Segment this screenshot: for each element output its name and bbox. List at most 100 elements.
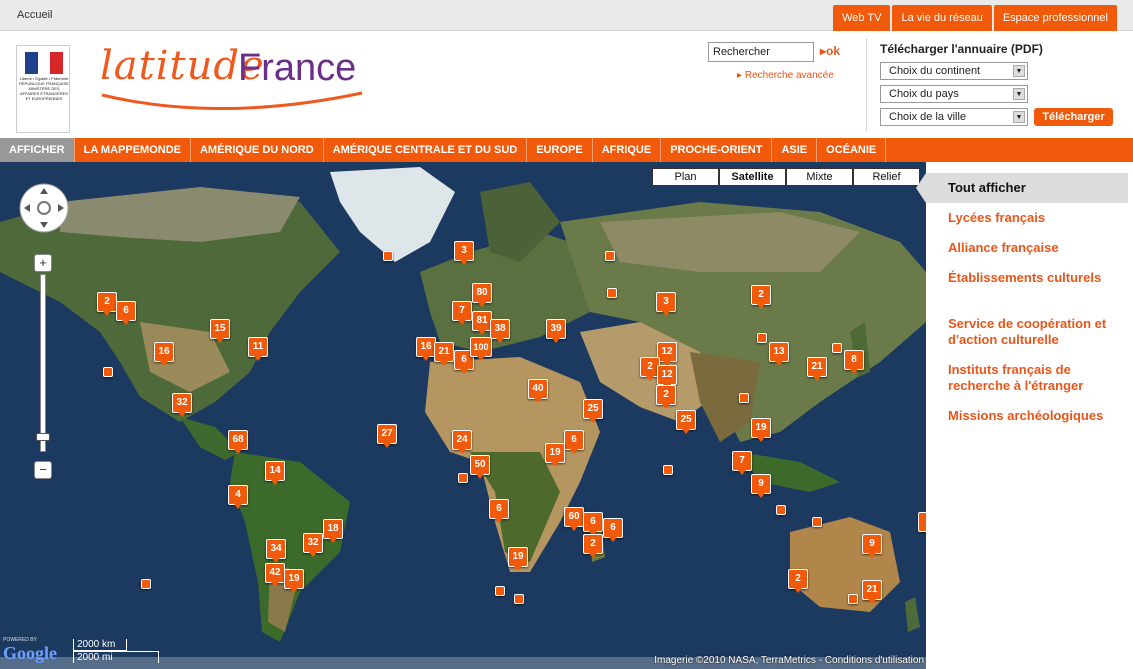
category-tout-afficher[interactable]: Tout afficher <box>916 173 1128 203</box>
download-button[interactable]: Télécharger <box>1034 108 1113 126</box>
map-marker[interactable]: 7 <box>732 451 752 475</box>
brand-logo[interactable]: latitude France <box>100 43 370 123</box>
map-marker-dot[interactable] <box>607 288 617 298</box>
map-marker-dot[interactable] <box>383 251 393 261</box>
map-marker-dot[interactable] <box>458 473 468 483</box>
map-marker[interactable]: 16 <box>154 342 174 366</box>
category-alliance-francaise[interactable]: Alliance française <box>948 240 1128 256</box>
maptype-mixte-button[interactable]: Mixte <box>786 168 853 186</box>
map-marker[interactable]: 9 <box>751 474 771 498</box>
map-marker-dot[interactable] <box>141 579 151 589</box>
nav-afrique[interactable]: AFRIQUE <box>593 138 662 162</box>
map-marker[interactable]: 12 <box>657 342 677 366</box>
map-marker[interactable]: 21 <box>862 580 882 604</box>
tab-espace-professionnel[interactable]: Espace professionnel <box>993 5 1117 31</box>
map-marker[interactable]: 2 <box>788 569 808 593</box>
category-instituts-recherche[interactable]: Instituts français de recherche à l'étra… <box>948 362 1128 394</box>
category-etablissements-culturels[interactable]: Établissements culturels <box>948 270 1128 286</box>
pan-control-icon[interactable] <box>18 182 70 234</box>
nav-afficher[interactable]: AFFICHER <box>0 138 75 162</box>
map-marker[interactable]: 14 <box>265 461 285 485</box>
advanced-search-link[interactable]: ▸ Recherche avancée <box>737 70 834 81</box>
map-marker-dot[interactable] <box>514 594 524 604</box>
map-marker-dot[interactable] <box>605 251 615 261</box>
zoom-in-button[interactable]: + <box>34 254 52 272</box>
map-marker[interactable]: 80 <box>472 283 492 307</box>
continent-select[interactable]: Choix du continent ▼ <box>880 62 1028 80</box>
map-marker[interactable]: 16 <box>416 337 436 361</box>
map-marker[interactable]: 25 <box>676 410 696 434</box>
map-marker[interactable]: 38 <box>490 319 510 343</box>
category-missions-archeologiques[interactable]: Missions archéologiques <box>948 408 1128 424</box>
world-map[interactable]: Plan Satellite Mixte Relief + − 3 80 7 8… <box>0 162 926 669</box>
map-marker[interactable]: 15 <box>210 319 230 343</box>
zoom-slider-handle[interactable] <box>36 433 50 441</box>
map-marker-dot[interactable] <box>495 586 505 596</box>
map-marker[interactable]: 32 <box>172 393 192 417</box>
nav-europe[interactable]: EUROPE <box>527 138 593 162</box>
map-marker-dot[interactable] <box>757 333 767 343</box>
map-marker[interactable]: 25 <box>583 399 603 423</box>
maptype-plan-button[interactable]: Plan <box>652 168 719 186</box>
ministry-logo[interactable]: Liberté • Égalité • Fraternité RÉPUBLIQU… <box>16 45 70 133</box>
map-marker[interactable]: 100 <box>470 337 492 361</box>
map-marker[interactable]: 42 <box>265 563 285 587</box>
map-marker[interactable]: 19 <box>284 569 304 593</box>
map-marker[interactable]: 50 <box>470 455 490 479</box>
map-marker[interactable]: 3 <box>656 292 676 316</box>
map-marker[interactable]: 68 <box>228 430 248 454</box>
home-link[interactable]: Accueil <box>17 9 52 21</box>
zoom-out-button[interactable]: − <box>34 461 52 479</box>
tab-vie-du-reseau[interactable]: La vie du réseau <box>892 5 992 31</box>
tab-web-tv[interactable]: Web TV <box>833 5 891 31</box>
nav-asie[interactable]: ASIE <box>772 138 818 162</box>
map-marker[interactable]: 19 <box>508 547 528 571</box>
map-marker[interactable]: 81 <box>472 311 492 335</box>
map-marker[interactable]: 21 <box>807 357 827 381</box>
map-marker-dot[interactable] <box>832 343 842 353</box>
map-marker-dot[interactable] <box>739 393 749 403</box>
map-marker-dot[interactable] <box>812 517 822 527</box>
map-marker[interactable]: 6 <box>116 301 136 325</box>
map-marker[interactable]: 19 <box>751 418 771 442</box>
map-marker[interactable]: 3 <box>454 241 474 265</box>
map-marker[interactable]: 8 <box>844 350 864 374</box>
map-marker[interactable]: 24 <box>452 430 472 454</box>
map-marker[interactable]: 40 <box>528 379 548 403</box>
nav-mappemonde[interactable]: LA MAPPEMONDE <box>75 138 191 162</box>
maptype-relief-button[interactable]: Relief <box>853 168 920 186</box>
category-lycees-francais[interactable]: Lycées français <box>948 210 1128 226</box>
map-marker[interactable]: 21 <box>434 342 454 366</box>
map-marker[interactable]: 19 <box>545 443 565 467</box>
category-service-cooperation[interactable]: Service de coopération et d'action cultu… <box>948 316 1128 348</box>
map-marker[interactable]: 4 <box>228 485 248 509</box>
map-marker-dot[interactable] <box>918 512 926 532</box>
map-marker[interactable]: 32 <box>303 533 323 557</box>
map-marker[interactable]: 2 <box>583 534 603 558</box>
city-select[interactable]: Choix de la ville ▼ <box>880 108 1028 126</box>
zoom-slider-track[interactable] <box>40 274 46 452</box>
nav-oceanie[interactable]: OCÉANIE <box>817 138 887 162</box>
map-marker[interactable]: 18 <box>323 519 343 543</box>
map-marker[interactable]: 2 <box>751 285 771 309</box>
maptype-satellite-button[interactable]: Satellite <box>719 168 786 186</box>
map-marker[interactable]: 6 <box>583 512 603 536</box>
map-marker[interactable]: 12 <box>657 365 677 389</box>
map-marker[interactable]: 6 <box>489 499 509 523</box>
map-marker[interactable]: 39 <box>546 319 566 343</box>
map-marker[interactable]: 6 <box>603 518 623 542</box>
map-marker[interactable]: 6 <box>564 430 584 454</box>
map-marker-dot[interactable] <box>776 505 786 515</box>
map-marker[interactable]: 27 <box>377 424 397 448</box>
map-marker[interactable]: 2 <box>656 385 676 409</box>
country-select[interactable]: Choix du pays ▼ <box>880 85 1028 103</box>
google-logo[interactable]: POWERED BY Google <box>3 637 65 665</box>
nav-amerique-centrale-sud[interactable]: AMÉRIQUE CENTRALE ET DU SUD <box>324 138 528 162</box>
search-input[interactable] <box>708 42 814 62</box>
map-marker-dot[interactable] <box>103 367 113 377</box>
nav-amerique-du-nord[interactable]: AMÉRIQUE DU NORD <box>191 138 324 162</box>
nav-proche-orient[interactable]: PROCHE-ORIENT <box>661 138 773 162</box>
search-ok-button[interactable]: ▸ok <box>820 44 840 58</box>
map-marker[interactable]: 2 <box>97 292 117 316</box>
map-marker-dot[interactable] <box>848 594 858 604</box>
